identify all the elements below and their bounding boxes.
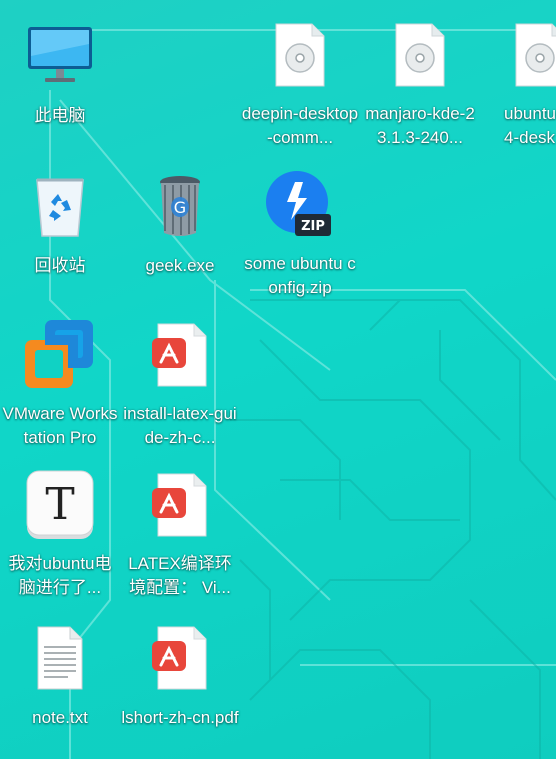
icon-label: 此电脑 — [34, 106, 86, 125]
desktop-icon-note-txt[interactable]: note.txt — [0, 612, 120, 752]
desktop-icon-deepin-iso[interactable]: deepin-desktop-comm... — [240, 10, 360, 150]
icon-label: lshort-zh-cn.pdf — [121, 708, 239, 727]
recycle-bin-icon — [20, 166, 100, 246]
icon-label: note.txt — [32, 708, 88, 727]
zip-archive-icon: ZIP — [260, 166, 340, 244]
svg-text:T: T — [45, 479, 74, 530]
icon-label: install-latex-guide-zh-c... — [123, 404, 237, 447]
desktop-icon-zip-archive[interactable]: ZIP some ubuntu config.zip — [240, 160, 360, 300]
icon-label: ubuntu-4.4-desk — [504, 104, 556, 147]
pdf-file-icon — [140, 316, 220, 394]
icon-label: manjaro-kde-23.1.3-240... — [365, 104, 475, 147]
svg-text:ZIP: ZIP — [301, 219, 325, 234]
computer-icon — [20, 16, 100, 96]
icon-label: geek.exe — [145, 256, 215, 275]
svg-text:G: G — [174, 198, 186, 217]
desktop-icon-lshort-pdf[interactable]: lshort-zh-cn.pdf — [120, 612, 240, 752]
disc-image-icon — [500, 16, 556, 94]
text-file-icon — [20, 618, 100, 698]
icon-label: LATEX编译环境配置： Vi... — [128, 554, 232, 597]
desktop-icon-latex-env-pdf[interactable]: LATEX编译环境配置： Vi... — [120, 460, 240, 600]
icon-label: deepin-desktop-comm... — [241, 104, 359, 147]
trash-can-app-icon: G — [140, 166, 220, 246]
icon-label: 我对ubuntu电脑进行了... — [8, 554, 112, 597]
disc-image-icon — [260, 16, 340, 94]
typora-icon: T — [20, 466, 100, 544]
desktop-icon-typora-doc[interactable]: T 我对ubuntu电脑进行了... — [0, 460, 120, 600]
desktop-icon-geek-exe[interactable]: G geek.exe — [120, 160, 240, 300]
pdf-file-icon — [140, 618, 220, 698]
pdf-file-icon — [140, 466, 220, 544]
desktop-icon-manjaro-iso[interactable]: manjaro-kde-23.1.3-240... — [360, 10, 480, 150]
icon-label: some ubuntu config.zip — [244, 254, 356, 297]
desktop-icon-recycle-bin[interactable]: 回收站 — [0, 160, 120, 300]
vmware-icon — [20, 316, 100, 394]
desktop-icon-this-pc[interactable]: 此电脑 — [0, 10, 120, 150]
disc-image-icon — [380, 16, 460, 94]
desktop-icon-vmware[interactable]: VMware Workstation Pro — [0, 310, 120, 450]
desktop-icon-ubuntu-iso[interactable]: ubuntu-4.4-desk — [480, 10, 556, 150]
icon-label: VMware Workstation Pro — [2, 404, 118, 447]
desktop-icon-install-latex-pdf[interactable]: install-latex-guide-zh-c... — [120, 310, 240, 450]
icon-label: 回收站 — [34, 256, 86, 275]
